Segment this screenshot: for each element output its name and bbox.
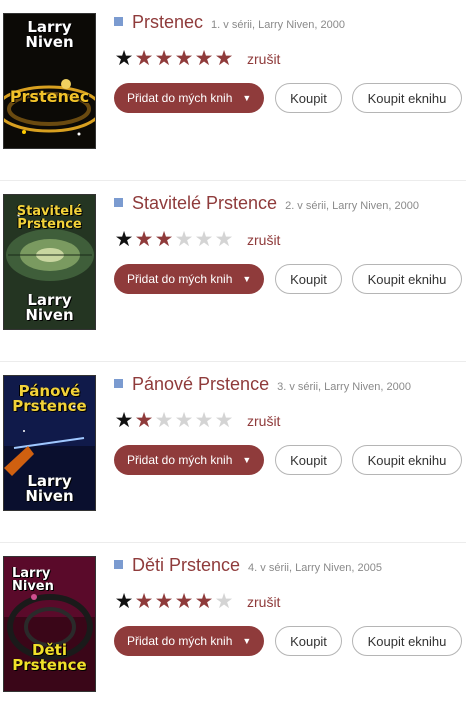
star-icon[interactable]: ★ (214, 229, 234, 251)
star-icon[interactable]: ★ (134, 410, 154, 432)
book-cover[interactable]: Larry Niven Děti Prstence (3, 556, 96, 692)
cancel-rating-link[interactable]: zrušit (247, 594, 280, 610)
button-row: Přidat do mých knih ▼ Koupit Koupit ekni… (114, 445, 466, 475)
book-item: Larry Niven Děti Prstence Děti Prstence … (0, 543, 466, 723)
buy-ebook-button[interactable]: Koupit eknihu (352, 83, 462, 113)
caret-down-icon: ▼ (242, 455, 252, 465)
book-info: Pánové Prstence 3. v sérii, Larry Niven,… (114, 374, 466, 475)
book-info: Děti Prstence 4. v sérii, Larry Niven, 2… (114, 555, 466, 656)
book-title-row: Děti Prstence 4. v sérii, Larry Niven, 2… (114, 555, 466, 576)
star-icon[interactable]: ★ (174, 48, 194, 70)
series-square-icon (114, 17, 123, 26)
cover-title: Prstenec (9, 87, 90, 106)
cover-author: Larry Niven (12, 566, 54, 594)
book-cover[interactable]: Larry Niven Prstenec (3, 13, 96, 149)
book-cover[interactable]: Stavitelé Prstence Larry Niven (3, 194, 96, 330)
star-icon[interactable]: ★ (174, 591, 194, 613)
star-icon[interactable]: ★ (214, 48, 234, 70)
rating-row: ★★★★★★ zrušit (114, 409, 466, 433)
add-to-my-books-button[interactable]: Přidat do mých knih ▼ (114, 83, 264, 113)
book-title[interactable]: Prstenec (132, 12, 203, 33)
star-icon[interactable]: ★ (114, 591, 134, 613)
book-item: Larry Niven Prstenec Prstenec 1. v sérii… (0, 0, 466, 181)
add-to-my-books-label: Přidat do mých knih (127, 634, 233, 648)
star-icon[interactable]: ★ (114, 410, 134, 432)
star-icon[interactable]: ★ (214, 410, 234, 432)
book-title[interactable]: Stavitelé Prstence (132, 193, 277, 214)
star-icon[interactable]: ★ (114, 229, 134, 251)
add-to-my-books-button[interactable]: Přidat do mých knih ▼ (114, 445, 264, 475)
star-icon[interactable]: ★ (194, 410, 214, 432)
book-cover[interactable]: Pánové Prstence Larry Niven (3, 375, 96, 511)
cover-author: Larry Niven (25, 472, 74, 505)
book-meta: 4. v sérii, Larry Niven, 2005 (248, 562, 382, 574)
add-to-my-books-label: Přidat do mých knih (127, 453, 233, 467)
cancel-rating-link[interactable]: zrušit (247, 232, 280, 248)
cancel-rating-link[interactable]: zrušit (247, 413, 280, 429)
book-title-row: Pánové Prstence 3. v sérii, Larry Niven,… (114, 374, 466, 395)
book-title-row: Stavitelé Prstence 2. v sérii, Larry Niv… (114, 193, 466, 214)
book-meta: 2. v sérii, Larry Niven, 2000 (285, 200, 419, 212)
cover-author: Larry Niven (25, 291, 74, 324)
button-row: Přidat do mých knih ▼ Koupit Koupit ekni… (114, 83, 466, 113)
buy-ebook-button[interactable]: Koupit eknihu (352, 264, 462, 294)
cover-title: Děti Prstence (12, 641, 87, 674)
button-row: Přidat do mých knih ▼ Koupit Koupit ekni… (114, 626, 466, 656)
add-to-my-books-button[interactable]: Přidat do mých knih ▼ (114, 264, 264, 294)
star-icon[interactable]: ★ (134, 48, 154, 70)
star-icon[interactable]: ★ (194, 48, 214, 70)
star-icon[interactable]: ★ (174, 410, 194, 432)
caret-down-icon: ▼ (242, 93, 252, 103)
buy-button[interactable]: Koupit (275, 83, 342, 113)
add-to-my-books-label: Přidat do mých knih (127, 272, 233, 286)
rating-stars: ★★★★★★ (114, 410, 234, 432)
buy-button[interactable]: Koupit (275, 626, 342, 656)
button-row: Přidat do mých knih ▼ Koupit Koupit ekni… (114, 264, 466, 294)
add-to-my-books-label: Přidat do mých knih (127, 91, 233, 105)
rating-row: ★★★★★★ zrušit (114, 590, 466, 614)
book-series-list: Larry Niven Prstenec Prstenec 1. v sérii… (0, 0, 466, 723)
book-meta: 3. v sérii, Larry Niven, 2000 (277, 381, 411, 393)
star-icon[interactable]: ★ (214, 591, 234, 613)
book-meta: 1. v sérii, Larry Niven, 2000 (211, 19, 345, 31)
cancel-rating-link[interactable]: zrušit (247, 51, 280, 67)
buy-ebook-button[interactable]: Koupit eknihu (352, 626, 462, 656)
series-square-icon (114, 198, 123, 207)
book-item: Pánové Prstence Larry Niven Pánové Prste… (0, 362, 466, 543)
book-item: Stavitelé Prstence Larry Niven Stavitelé… (0, 181, 466, 362)
book-title[interactable]: Pánové Prstence (132, 374, 269, 395)
buy-ebook-button[interactable]: Koupit eknihu (352, 445, 462, 475)
star-icon[interactable]: ★ (154, 48, 174, 70)
cover-title: Stavitelé Prstence (16, 204, 83, 232)
star-icon[interactable]: ★ (194, 229, 214, 251)
caret-down-icon: ▼ (242, 636, 252, 646)
rating-row: ★★★★★★ zrušit (114, 47, 466, 71)
star-icon[interactable]: ★ (134, 591, 154, 613)
series-square-icon (114, 379, 123, 388)
book-info: Stavitelé Prstence 2. v sérii, Larry Niv… (114, 193, 466, 294)
rating-stars: ★★★★★★ (114, 591, 234, 613)
star-icon[interactable]: ★ (154, 410, 174, 432)
book-title-row: Prstenec 1. v sérii, Larry Niven, 2000 (114, 12, 466, 33)
rating-stars: ★★★★★★ (114, 229, 234, 251)
caret-down-icon: ▼ (242, 274, 252, 284)
series-square-icon (114, 560, 123, 569)
rating-row: ★★★★★★ zrušit (114, 228, 466, 252)
cover-title: Pánové Prstence (12, 382, 87, 415)
cover-author: Larry Niven (25, 18, 74, 51)
add-to-my-books-button[interactable]: Přidat do mých knih ▼ (114, 626, 264, 656)
buy-button[interactable]: Koupit (275, 264, 342, 294)
star-icon[interactable]: ★ (154, 591, 174, 613)
star-icon[interactable]: ★ (134, 229, 154, 251)
star-icon[interactable]: ★ (154, 229, 174, 251)
buy-button[interactable]: Koupit (275, 445, 342, 475)
star-icon[interactable]: ★ (114, 48, 134, 70)
book-title[interactable]: Děti Prstence (132, 555, 240, 576)
star-icon[interactable]: ★ (174, 229, 194, 251)
book-info: Prstenec 1. v sérii, Larry Niven, 2000 ★… (114, 12, 466, 113)
star-icon[interactable]: ★ (194, 591, 214, 613)
rating-stars: ★★★★★★ (114, 48, 234, 70)
